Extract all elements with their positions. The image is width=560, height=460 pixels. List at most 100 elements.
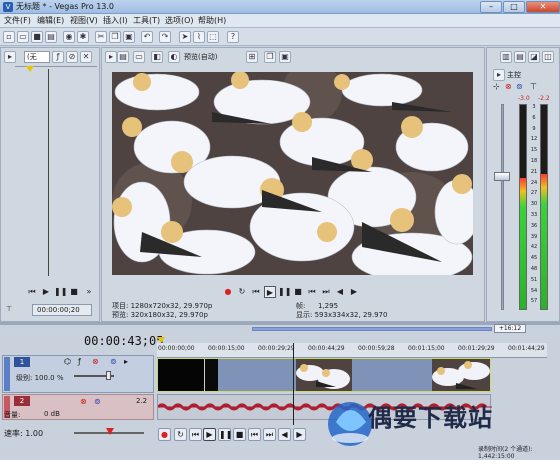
fx-icon[interactable]: ƒ bbox=[52, 51, 64, 63]
play-from-start-icon[interactable]: ⏮ bbox=[189, 428, 202, 441]
play-icon[interactable]: ▶ bbox=[203, 428, 216, 441]
rate-slider-handle[interactable] bbox=[106, 428, 114, 435]
save-snapshot-icon[interactable]: ▣ bbox=[279, 51, 291, 63]
settings-icon[interactable]: ✱ bbox=[77, 31, 89, 43]
mute-icon[interactable]: ⊗ bbox=[92, 357, 99, 366]
help-icon[interactable]: ? bbox=[227, 31, 239, 43]
panel-splitter[interactable] bbox=[0, 322, 560, 325]
pause-icon[interactable]: ❚❚ bbox=[278, 286, 291, 298]
master-fader-handle[interactable] bbox=[494, 172, 510, 181]
video-fx-icon[interactable]: ◐ bbox=[168, 51, 180, 63]
menu-tools[interactable]: 工具(T) bbox=[131, 15, 162, 27]
expand-icon[interactable]: ▸ bbox=[124, 357, 128, 366]
playhead-cursor[interactable] bbox=[293, 343, 294, 425]
ruler-tick-label: 00:00:44;29 bbox=[308, 345, 345, 352]
play-icon[interactable]: ▶ bbox=[264, 286, 276, 298]
solo-icon[interactable]: ⊚ bbox=[516, 82, 523, 91]
preview-quality-dropdown[interactable]: 预览(自动) bbox=[184, 51, 244, 63]
menu-file[interactable]: 文件(F) bbox=[2, 15, 33, 27]
properties-icon[interactable]: ▤ bbox=[45, 31, 57, 43]
previous-frame-icon[interactable]: ◀ bbox=[334, 286, 346, 298]
pause-icon[interactable]: ❚❚ bbox=[54, 286, 67, 298]
normal-edit-tool-icon[interactable]: ➤ bbox=[179, 31, 191, 43]
bypass-icon[interactable]: ⊘ bbox=[66, 51, 78, 63]
more-icon[interactable]: » bbox=[83, 286, 95, 298]
mute-icon[interactable]: ⊗ bbox=[80, 397, 87, 406]
track-motion-icon[interactable]: ⌬ bbox=[64, 357, 71, 366]
cut-icon[interactable]: ✂ bbox=[95, 31, 107, 43]
record-icon[interactable]: ● bbox=[158, 428, 171, 441]
level-slider-handle[interactable] bbox=[106, 371, 111, 380]
go-to-start-icon[interactable]: ⏮ bbox=[248, 428, 261, 441]
loop-region-bar[interactable] bbox=[252, 327, 492, 331]
pause-icon[interactable]: ❚❚ bbox=[218, 428, 232, 441]
play-from-start-icon[interactable]: ⏮ bbox=[250, 286, 262, 298]
insert-bus-icon[interactable]: ▥ bbox=[500, 51, 512, 63]
save-icon[interactable]: ■ bbox=[31, 31, 43, 43]
video-clip-thumbnail[interactable] bbox=[432, 359, 490, 391]
remove-icon[interactable]: ✕ bbox=[80, 51, 92, 63]
stop-icon[interactable]: ■ bbox=[68, 286, 80, 298]
expand-icon[interactable]: ▸ bbox=[493, 69, 505, 81]
video-clip-thumbnail[interactable] bbox=[296, 359, 352, 391]
previous-frame-icon[interactable]: ◀ bbox=[278, 428, 291, 441]
next-frame-icon[interactable]: ▶ bbox=[348, 286, 360, 298]
external-monitor-icon[interactable]: ▭ bbox=[133, 51, 145, 63]
record-icon[interactable]: ● bbox=[222, 286, 234, 298]
effects-dropdown[interactable]: (无 bbox=[24, 51, 50, 63]
undo-icon[interactable]: ↶ bbox=[141, 31, 153, 43]
menu-edit[interactable]: 编辑(E) bbox=[35, 15, 66, 27]
close-button[interactable]: ✕ bbox=[526, 1, 560, 13]
solo-icon[interactable]: ⊚ bbox=[110, 357, 117, 366]
split-screen-icon[interactable]: ◧ bbox=[151, 51, 163, 63]
redo-icon[interactable]: ↷ bbox=[159, 31, 171, 43]
master-fader-track[interactable] bbox=[501, 104, 504, 310]
menu-insert[interactable]: 插入(I) bbox=[101, 15, 130, 27]
stop-icon[interactable]: ■ bbox=[233, 428, 246, 441]
play-from-start-icon[interactable]: ⏮ bbox=[26, 286, 38, 298]
pin-icon[interactable]: ⊤ bbox=[530, 82, 537, 91]
next-frame-icon[interactable]: ▶ bbox=[293, 428, 306, 441]
video-clip-black[interactable] bbox=[204, 359, 218, 391]
menu-view[interactable]: 视图(V) bbox=[68, 15, 100, 27]
render-icon[interactable]: ◉ bbox=[63, 31, 75, 43]
pin-icon[interactable]: ⊤ bbox=[6, 305, 12, 313]
loop-playback-icon[interactable]: ↻ bbox=[174, 428, 187, 441]
menu-options[interactable]: 选项(O) bbox=[163, 15, 196, 27]
expand-icon[interactable]: ▸ bbox=[4, 51, 16, 63]
open-icon[interactable]: ▭ bbox=[17, 31, 29, 43]
dim-output-icon[interactable]: ◫ bbox=[542, 51, 554, 63]
new-icon[interactable]: ▫ bbox=[3, 31, 15, 43]
expand-icon[interactable]: ▸ bbox=[105, 51, 117, 63]
selection-tool-icon[interactable]: ⬚ bbox=[207, 31, 219, 43]
effect-timecode[interactable]: 00:00:00;20 bbox=[32, 304, 92, 316]
paste-icon[interactable]: ▣ bbox=[123, 31, 135, 43]
pan-icon[interactable]: ⊹ bbox=[493, 82, 500, 91]
preview-properties-icon[interactable]: ▤ bbox=[117, 51, 129, 63]
copy-icon[interactable]: ❐ bbox=[109, 31, 121, 43]
timeline-ruler[interactable]: 00:00:00;00 00:00:15;00 00:00:29;29 00:00:4… bbox=[157, 343, 547, 358]
envelope-tool-icon[interactable]: ⌇ bbox=[193, 31, 205, 43]
maximize-button[interactable]: □ bbox=[503, 1, 525, 13]
video-clip-black[interactable] bbox=[158, 359, 204, 391]
menu-help[interactable]: 帮助(H) bbox=[196, 15, 228, 27]
marker-icon bbox=[157, 337, 165, 343]
frame-label: 帧: bbox=[296, 302, 306, 310]
go-to-start-icon[interactable]: ⏮ bbox=[306, 286, 318, 298]
mute-icon[interactable]: ⊗ bbox=[505, 82, 512, 91]
solo-icon[interactable]: ⊚ bbox=[94, 397, 101, 406]
downmix-icon[interactable]: ◪ bbox=[528, 51, 540, 63]
video-track-lane[interactable] bbox=[157, 358, 491, 392]
copy-snapshot-icon[interactable]: ❐ bbox=[264, 51, 276, 63]
ruler-tick-label: 00:01:44;29 bbox=[508, 345, 545, 352]
gannet-thumbnail-image bbox=[296, 359, 352, 391]
go-to-end-icon[interactable]: ⏭ bbox=[263, 428, 276, 441]
loop-playback-icon[interactable]: ↻ bbox=[236, 286, 248, 298]
track-fx-icon[interactable]: ƒ bbox=[78, 357, 81, 366]
mixer-props-icon[interactable]: ▤ bbox=[514, 51, 526, 63]
minimize-button[interactable]: – bbox=[480, 1, 502, 13]
go-to-end-icon[interactable]: ⏭ bbox=[320, 286, 332, 298]
overlays-icon[interactable]: ⊞ bbox=[246, 51, 258, 63]
play-icon[interactable]: ▶ bbox=[40, 286, 52, 298]
stop-icon[interactable]: ■ bbox=[292, 286, 304, 298]
